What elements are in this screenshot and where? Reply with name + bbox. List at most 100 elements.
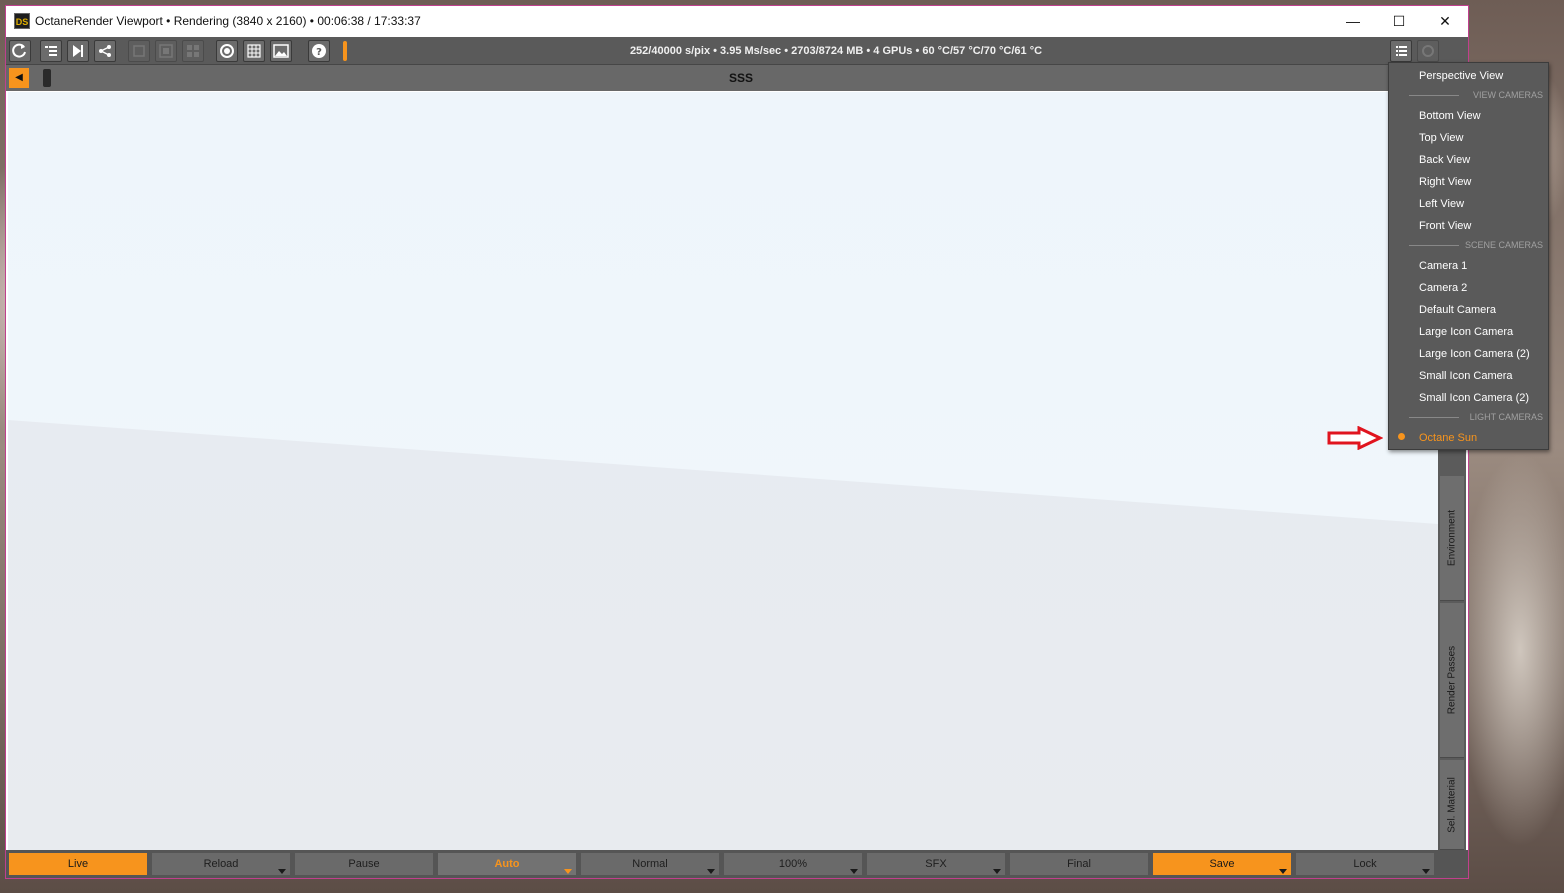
sfx-select[interactable]: SFX: [867, 853, 1005, 875]
title-bar[interactable]: DS OctaneRender Viewport • Rendering (38…: [6, 6, 1468, 37]
live-label: Live: [67, 858, 89, 870]
scene-name-label: SSS: [728, 71, 753, 85]
menu-separator: [1409, 417, 1459, 418]
menu-item-small-icon-camera-2[interactable]: Small Icon Camera (2): [1419, 392, 1529, 404]
menu-item-perspective-view[interactable]: Perspective View: [1419, 70, 1503, 82]
scene-bar: ◀ SSS: [6, 65, 1468, 91]
list-tree-icon: [45, 46, 57, 56]
normal-label: Normal: [632, 858, 668, 870]
normal-mode-select[interactable]: Normal: [581, 853, 719, 875]
menu-separator: [1409, 95, 1459, 96]
zoom-icon: [133, 45, 145, 57]
auto-label: Auto: [494, 858, 520, 870]
export-button[interactable]: [67, 40, 89, 62]
chevron-down-icon[interactable]: [850, 869, 858, 874]
camera-menu-button[interactable]: [1390, 40, 1412, 62]
menu-item-front-view[interactable]: Front View: [1419, 220, 1471, 232]
menu-item-octane-sun[interactable]: Octane Sun: [1419, 432, 1477, 444]
node-graph-icon: [99, 45, 111, 57]
background-image-button[interactable]: [270, 40, 292, 62]
tab-selected-material[interactable]: Sel. Material: [1440, 760, 1464, 850]
chevron-down-icon[interactable]: [564, 869, 572, 874]
pause-button[interactable]: Pause: [295, 853, 433, 875]
sfx-label: SFX: [925, 858, 947, 870]
menu-item-large-icon-camera[interactable]: Large Icon Camera: [1419, 326, 1513, 338]
help-glyph: ?: [316, 47, 322, 58]
menu-item-large-icon-camera-2[interactable]: Large Icon Camera (2): [1419, 348, 1530, 360]
gear-icon: [1422, 45, 1434, 57]
zoom-percent-label: 100%: [778, 858, 808, 870]
chevron-down-icon[interactable]: [1422, 869, 1430, 874]
tab-environment[interactable]: Environment: [1440, 476, 1464, 601]
menu-item-camera-1[interactable]: Camera 1: [1419, 260, 1467, 272]
menu-item-right-view[interactable]: Right View: [1419, 176, 1471, 188]
save-button[interactable]: Save: [1153, 853, 1291, 875]
menu-item-bottom-view[interactable]: Bottom View: [1419, 110, 1481, 122]
menu-separator: [1409, 245, 1459, 246]
octane-viewport-window: DS OctaneRender Viewport • Rendering (38…: [5, 5, 1469, 879]
menu-item-back-view[interactable]: Back View: [1419, 154, 1470, 166]
grid-overlay-button[interactable]: [243, 40, 265, 62]
list-icon: [1396, 46, 1407, 56]
fit-icon: [159, 44, 173, 58]
settings-button[interactable]: [1417, 40, 1439, 62]
save-label: Save: [1209, 858, 1235, 870]
selected-dot-icon: [1398, 433, 1405, 440]
tab-render-passes-label: Render Passes: [1446, 645, 1458, 715]
chevron-down-icon[interactable]: [993, 869, 1001, 874]
reload-label: Reload: [203, 858, 239, 870]
tab-environment-label: Environment: [1446, 509, 1458, 567]
circle-target-icon: [220, 44, 234, 58]
window-title: OctaneRender Viewport • Rendering (3840 …: [35, 14, 421, 28]
grid-icon: [247, 44, 261, 58]
render-stats: 252/40000 s/pix • 3.95 Ms/sec • 2703/872…: [629, 45, 1043, 57]
zoom-percent-select[interactable]: 100%: [724, 853, 862, 875]
render-image: [8, 92, 1438, 850]
focus-picker-button[interactable]: [216, 40, 238, 62]
camera-menu: Perspective View VIEW CAMERAS Bottom Vie…: [1388, 62, 1549, 450]
close-button[interactable]: ✕: [1422, 6, 1468, 36]
maximize-button[interactable]: ☐: [1376, 6, 1422, 36]
tab-render-passes[interactable]: Render Passes: [1440, 603, 1464, 758]
render-viewport[interactable]: [8, 92, 1438, 850]
help-button[interactable]: ?: [308, 40, 330, 62]
render-toolbar: ? 252/40000 s/pix • 3.95 Ms/sec • 2703/8…: [6, 37, 1468, 65]
menu-item-top-view[interactable]: Top View: [1419, 132, 1463, 144]
menu-header-view-cameras: VIEW CAMERAS: [1472, 90, 1543, 100]
restart-render-button[interactable]: [9, 40, 31, 62]
scene-slider-handle[interactable]: [43, 69, 51, 87]
tab-selected-material-label: Sel. Material: [1446, 776, 1458, 833]
lock-label: Lock: [1353, 858, 1377, 870]
export-icon: [73, 45, 83, 57]
menu-item-left-view[interactable]: Left View: [1419, 198, 1464, 210]
reload-button[interactable]: Reload: [152, 853, 290, 875]
help-icon: ?: [312, 44, 326, 58]
refresh-icon: [12, 43, 26, 58]
region-render-button[interactable]: [182, 40, 204, 62]
zoom-fit-button[interactable]: [155, 40, 177, 62]
node-graph-button[interactable]: [94, 40, 116, 62]
final-label: Final: [1067, 858, 1091, 870]
menu-item-default-camera[interactable]: Default Camera: [1419, 304, 1496, 316]
image-icon: [273, 44, 289, 58]
render-progress-indicator: [343, 41, 347, 61]
menu-item-camera-2[interactable]: Camera 2: [1419, 282, 1467, 294]
collapse-button[interactable]: ◀: [9, 68, 29, 88]
pause-label: Pause: [348, 858, 380, 870]
annotation-arrow-icon: [1327, 426, 1383, 450]
node-inspector-button[interactable]: [40, 40, 62, 62]
minimize-button[interactable]: —: [1330, 6, 1376, 36]
final-button[interactable]: Final: [1010, 853, 1148, 875]
menu-header-scene-cameras: SCENE CAMERAS: [1464, 240, 1543, 250]
live-button[interactable]: Live: [9, 853, 147, 875]
bottom-control-bar: Live Reload Pause Auto Normal 100% SFX F…: [6, 850, 1468, 878]
chevron-down-icon[interactable]: [707, 869, 715, 874]
chevron-down-icon[interactable]: [278, 869, 286, 874]
menu-item-small-icon-camera[interactable]: Small Icon Camera: [1419, 370, 1513, 382]
chevron-down-icon[interactable]: [1279, 869, 1287, 874]
lock-button[interactable]: Lock: [1296, 853, 1434, 875]
auto-button[interactable]: Auto: [438, 853, 576, 875]
daz-studio-icon: DS: [14, 13, 30, 29]
zoom-in-button[interactable]: [128, 40, 150, 62]
menu-header-light-cameras: LIGHT CAMERAS: [1469, 412, 1543, 422]
